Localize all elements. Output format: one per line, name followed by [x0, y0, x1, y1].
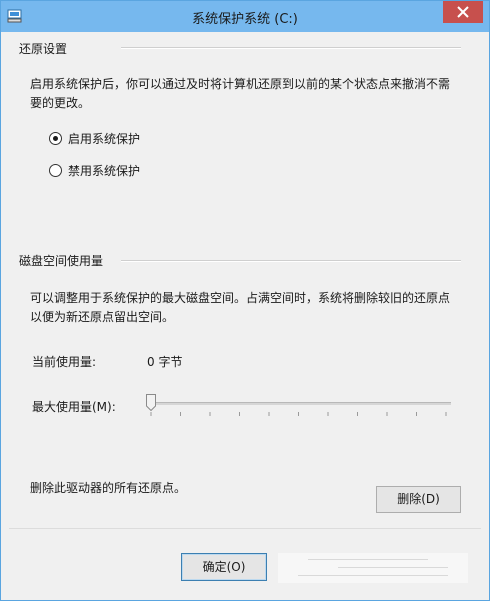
window-title: 系统保护系统 (C:)	[192, 12, 298, 27]
delete-description: 删除此驱动器的所有还原点。	[30, 481, 187, 495]
radio-disable-protection[interactable]: 禁用系统保护	[49, 162, 140, 179]
max-usage-slider-track[interactable]	[146, 402, 451, 405]
delete-button[interactable]: 删除(D)	[376, 486, 461, 513]
dialog-body: 还原设置 启用系统保护后，你可以通过及时将计算机还原到以前的某个状态点来撤消不需…	[9, 32, 481, 592]
ok-button[interactable]: 确定(O)	[181, 553, 267, 581]
radio-enable-indicator[interactable]	[49, 132, 62, 145]
current-usage-label: 当前使用量:	[32, 355, 97, 369]
restore-settings-heading: 还原设置	[19, 42, 68, 56]
radio-enable-protection[interactable]: 启用系统保护	[49, 130, 140, 147]
faded-button-area	[278, 553, 468, 583]
restore-settings-divider	[121, 47, 461, 49]
radio-enable-label: 启用系统保护	[68, 132, 141, 146]
radio-disable-indicator[interactable]	[49, 164, 62, 177]
system-protection-dialog: 系统保护系统 (C:) 还原设置 启用系统保护后，你可以通过及时将计算机还原到以…	[0, 0, 490, 601]
current-usage-value: 0 字节	[147, 355, 183, 369]
faded-line	[308, 559, 428, 560]
disk-usage-divider	[121, 260, 461, 262]
disk-description: 可以调整用于系统保护的最大磁盘空间。占满空间时，系统将删除较旧的还原点以便为新还…	[30, 291, 451, 324]
max-usage-slider-thumb[interactable]	[146, 394, 156, 412]
disk-usage-heading: 磁盘空间使用量	[19, 254, 104, 268]
max-usage-label: 最大使用量(M):	[32, 400, 116, 414]
max-usage-slider-ticks	[150, 412, 447, 416]
close-icon	[457, 6, 469, 18]
close-button[interactable]	[443, 1, 483, 23]
faded-line	[298, 575, 448, 576]
restore-description: 启用系统保护后，你可以通过及时将计算机还原到以前的某个状态点来撤消不需要的更改。	[30, 77, 451, 110]
radio-disable-label: 禁用系统保护	[68, 164, 141, 178]
faded-line	[338, 567, 448, 568]
footer-divider	[9, 528, 481, 529]
title-bar[interactable]: 系统保护系统 (C:)	[1, 1, 489, 32]
